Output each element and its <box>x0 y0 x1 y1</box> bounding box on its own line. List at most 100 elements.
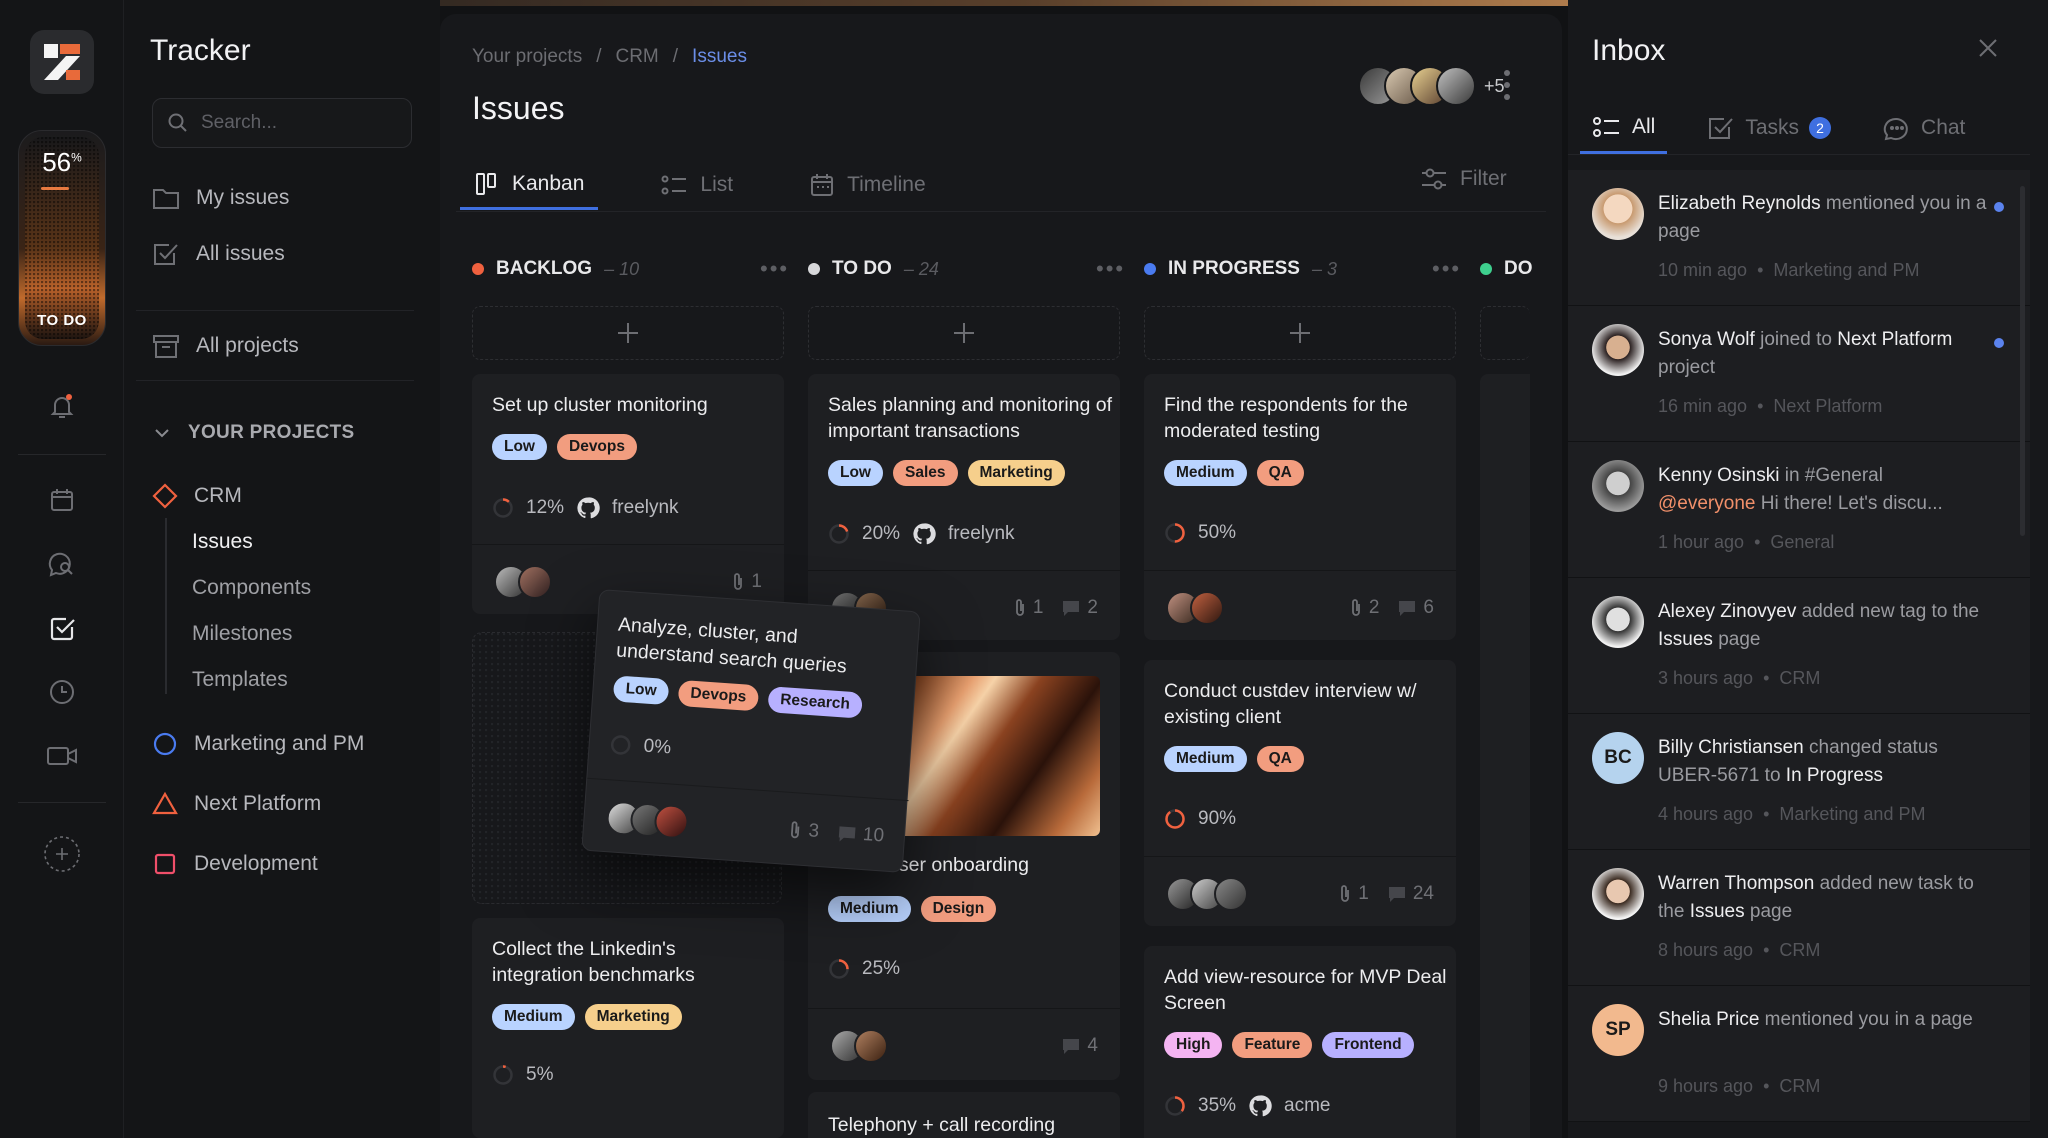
notification-meta: 3 hours ago • CRM <box>1658 668 1821 688</box>
issue-card[interactable]: Set up cluster monitoring Low Devops 12%… <box>472 374 784 614</box>
avatar <box>1214 876 1248 911</box>
crumb-crm[interactable]: CRM <box>615 46 658 68</box>
notification-item[interactable]: Elizabeth Reynolds mentioned you in a pa… <box>1568 170 2030 306</box>
attachments-count: 3 <box>788 818 820 842</box>
repo-name[interactable]: acme <box>1284 1095 1330 1117</box>
column-more-icon[interactable]: ••• <box>760 256 789 282</box>
unread-dot <box>1994 338 2004 348</box>
subproject-issues[interactable]: Issues <box>192 530 253 554</box>
inbox-tab-all[interactable]: All <box>1580 102 1668 154</box>
add-card-button[interactable] <box>472 306 784 360</box>
nav-all-issues[interactable]: All issues <box>152 234 285 274</box>
avatar <box>1592 324 1644 376</box>
notification-item[interactable]: Kenny Osinski in #General @everyone Hi t… <box>1568 442 2030 578</box>
tab-label: Chat <box>1921 116 1966 139</box>
video-icon[interactable] <box>42 736 82 776</box>
column-more-icon[interactable]: ••• <box>1096 256 1125 282</box>
inbox-tab-chat[interactable]: Chat <box>1871 102 1977 154</box>
project-label: Marketing and PM <box>194 732 365 755</box>
column-more-icon[interactable]: ••• <box>1432 256 1461 282</box>
card-footer: 1 24 <box>1144 856 1456 930</box>
widget-percent: 56% <box>42 147 82 177</box>
tasks-icon[interactable] <box>42 608 82 648</box>
project-next-platform[interactable]: Next Platform <box>152 784 321 824</box>
inbox-tab-tasks[interactable]: Tasks 2 <box>1695 102 1843 154</box>
app-logo[interactable] <box>30 30 94 94</box>
notification-item[interactable]: BC Billy Christiansen changed status UBE… <box>1568 714 2030 850</box>
crumb-your-projects[interactable]: Your projects <box>472 46 582 68</box>
card-metrics: 2 6 <box>1349 597 1434 619</box>
progress-value: 50% <box>1198 522 1237 543</box>
issue-card[interactable]: Collect the Linkedin's integration bench… <box>472 918 784 1138</box>
notification-item[interactable]: Warren Thompson added new task to the Is… <box>1568 850 2030 986</box>
progress-widget[interactable]: 56% TO DO <box>18 130 106 346</box>
repo-name[interactable]: freelynk <box>612 497 679 519</box>
member-avatars[interactable]: +5 <box>1358 64 1505 108</box>
issue-card[interactable]: Sales planning and monitoring of importa… <box>808 374 1120 640</box>
issue-card[interactable]: Add view-resource for MVP Deal Screen Hi… <box>1144 946 1456 1138</box>
comments-count: 24 <box>1387 883 1434 905</box>
crumb-issues[interactable]: Issues <box>692 46 747 68</box>
repo-name[interactable]: freelynk <box>948 523 1015 545</box>
card-title: Add view-resource for MVP Deal Screen <box>1164 966 1447 1014</box>
card-title: Sales planning and monitoring of importa… <box>828 394 1113 442</box>
close-icon[interactable] <box>1976 36 2000 60</box>
subproject-components[interactable]: Components <box>192 576 311 600</box>
widget-progress-bar <box>41 187 69 190</box>
notification-meta: 10 min ago • Marketing and PM <box>1658 260 1920 280</box>
clock-icon[interactable] <box>42 672 82 712</box>
project-crm[interactable]: CRM <box>152 476 242 516</box>
tag-low: Low <box>612 675 670 706</box>
tab-timeline[interactable]: Timeline <box>795 160 940 210</box>
dragging-card[interactable]: Analyze, cluster, and understand search … <box>581 589 921 874</box>
add-card-button[interactable] <box>1480 306 1530 360</box>
comments-count: 2 <box>1061 597 1098 619</box>
card-title: Set up cluster monitoring <box>492 394 708 416</box>
issue-card[interactable]: Conduct custdev interview w/ existing cl… <box>1144 660 1456 926</box>
card-progress: 50% <box>1164 522 1236 544</box>
calendar-icon[interactable] <box>42 480 82 520</box>
add-workspace-icon[interactable] <box>42 834 82 874</box>
card-tags: Medium Design <box>828 896 997 922</box>
search-chat-icon[interactable] <box>42 544 82 584</box>
column-header-todo: TO DO – 24 <box>808 258 939 280</box>
column-name: IN PROGRESS <box>1168 258 1300 279</box>
nav-all-projects[interactable]: All projects <box>152 326 299 366</box>
tab-list[interactable]: List <box>646 160 747 210</box>
card-tags: Medium QA <box>1164 746 1304 772</box>
notification-item[interactable]: SP Shelia Price mentioned you in a page … <box>1568 986 2030 1122</box>
subproject-templates[interactable]: Templates <box>192 668 288 692</box>
project-development[interactable]: Development <box>152 844 318 884</box>
progress-ring-icon <box>1165 1096 1185 1116</box>
bell-icon[interactable] <box>42 386 82 426</box>
card-tags: Low Sales Marketing <box>828 460 1065 486</box>
avatar <box>1592 868 1644 920</box>
subproject-milestones[interactable]: Milestones <box>192 622 292 646</box>
breadcrumb: Your projects / CRM / Issues <box>472 46 747 68</box>
list-icon <box>1593 116 1619 137</box>
notification-item[interactable]: Alexey Zinovyev added new tag to the Iss… <box>1568 578 2030 714</box>
inbox-tabs-divider <box>1568 154 2030 155</box>
tab-kanban[interactable]: Kanban <box>460 160 599 210</box>
tag-design: Design <box>920 896 997 922</box>
status-dot <box>1480 263 1492 275</box>
card-title: Find the respondents for the moderated t… <box>1164 394 1408 442</box>
notification-text: Billy Christiansen changed status UBER-5… <box>1658 737 1938 786</box>
done-column-peek <box>1480 374 1530 1138</box>
nav-my-issues[interactable]: My issues <box>152 178 289 218</box>
notification-item[interactable]: Sonya Wolf joined to Next Platform proje… <box>1568 306 2030 442</box>
attachments-count: 2 <box>1349 597 1379 619</box>
filter-button[interactable]: Filter <box>1420 166 1507 192</box>
sidebar-divider <box>136 310 414 311</box>
inbox-scrollbar[interactable] <box>2020 186 2025 536</box>
add-card-button[interactable] <box>808 306 1120 360</box>
add-card-button[interactable] <box>1144 306 1456 360</box>
search-input[interactable]: Search... <box>152 98 412 148</box>
issue-card[interactable]: Find the respondents for the moderated t… <box>1144 374 1456 640</box>
project-marketing-and-pm[interactable]: Marketing and PM <box>152 724 364 764</box>
more-options-icon[interactable] <box>1500 68 1514 102</box>
card-progress: 25% <box>828 958 900 980</box>
issue-card[interactable]: Telephony + call recording <box>808 1092 1120 1138</box>
projects-heading[interactable]: YOUR PROJECTS <box>154 422 355 444</box>
notification-text: Sonya Wolf joined to Next Platform proje… <box>1658 329 1953 378</box>
